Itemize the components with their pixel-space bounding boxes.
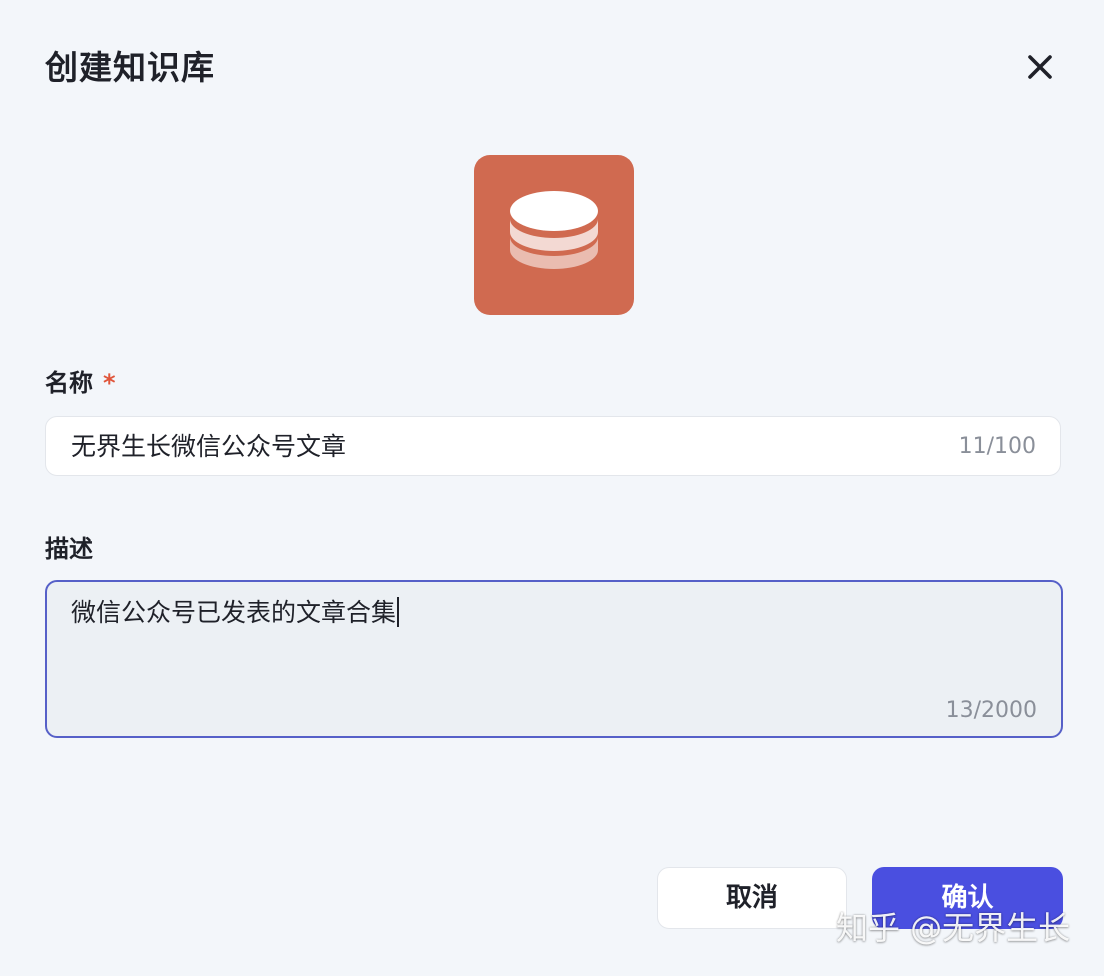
name-label: 名称 * xyxy=(45,367,116,399)
name-input-value: 无界生长微信公众号文章 xyxy=(71,432,347,461)
name-char-counter: 11/100 xyxy=(958,434,1036,459)
name-input[interactable]: 无界生长微信公众号文章 11/100 xyxy=(45,416,1061,476)
description-label: 描述 xyxy=(45,535,93,563)
watermark: 知乎 @无界生长 xyxy=(836,909,1071,947)
description-text: 微信公众号已发表的文章合集 xyxy=(71,598,397,627)
dialog-title: 创建知识库 xyxy=(45,48,215,87)
description-textarea[interactable]: 微信公众号已发表的文章合集 13/2000 xyxy=(45,580,1063,738)
create-knowledge-base-dialog: 创建知识库 名称 * 无界生长微信公众号文章 11/100 描述 微信公众号已发表… xyxy=(0,0,1104,976)
text-caret xyxy=(397,597,400,627)
description-char-counter: 13/2000 xyxy=(945,698,1037,723)
required-mark: * xyxy=(103,369,116,397)
description-textarea-value: 微信公众号已发表的文章合集 xyxy=(71,596,400,630)
name-label-text: 名称 xyxy=(45,369,93,397)
database-stack-icon xyxy=(510,191,598,269)
close-icon xyxy=(1028,55,1052,79)
knowledge-base-icon-picker[interactable] xyxy=(474,155,634,315)
cancel-button[interactable]: 取消 xyxy=(657,867,847,929)
close-button[interactable] xyxy=(1020,47,1060,87)
